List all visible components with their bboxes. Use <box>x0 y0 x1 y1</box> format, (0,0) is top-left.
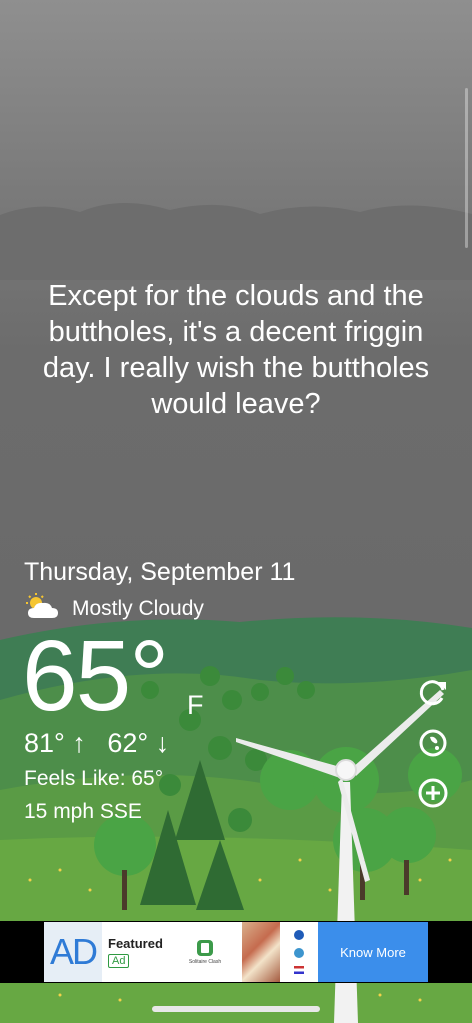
know-more-button[interactable]: Know More <box>318 922 428 982</box>
ad-logo: AD <box>44 922 102 982</box>
app-icon <box>197 940 213 956</box>
refresh-icon <box>416 676 450 715</box>
current-date: Thursday, September 11 <box>24 558 296 586</box>
high-low: 81° ↑ 62° ↓ <box>24 728 169 759</box>
ad-featured-label: Featured <box>108 936 163 951</box>
low-temperature: 62° ↓ <box>107 728 170 758</box>
add-location-button[interactable] <box>415 777 451 813</box>
refresh-button[interactable] <box>415 677 451 713</box>
high-temperature: 81° ↑ <box>24 728 86 758</box>
ad-tag: Ad <box>108 954 130 968</box>
ad-app-preview: Solitaire Clash <box>168 922 242 982</box>
flag-icon <box>294 966 304 974</box>
ad-text: Featured Ad <box>102 922 168 982</box>
ad-photo <box>242 922 280 982</box>
plus-circle-icon <box>416 776 450 815</box>
location-button[interactable] <box>415 727 451 763</box>
condition-text: Mostly Cloudy <box>72 597 204 620</box>
wind-info: 15 mph SSE <box>24 800 142 823</box>
ad-payment-icons <box>280 922 318 982</box>
current-temperature: 65° <box>22 620 169 732</box>
landscape-illustration <box>0 202 472 1023</box>
weather-quote: Except for the clouds and the buttholes,… <box>42 280 430 420</box>
scrollbar[interactable] <box>465 88 468 248</box>
globe-icon <box>416 726 450 765</box>
feels-like: Feels Like: 65° <box>24 767 164 790</box>
paypal-icon <box>294 930 304 940</box>
venmo-icon <box>294 948 304 958</box>
ad-banner[interactable]: AD Featured Ad Solitaire Clash Know More <box>44 922 428 982</box>
weather-scene <box>0 0 472 1023</box>
ad-app-name: Solitaire Clash <box>188 959 222 965</box>
home-indicator[interactable] <box>152 1006 320 1012</box>
temperature-unit[interactable]: F <box>187 690 204 721</box>
